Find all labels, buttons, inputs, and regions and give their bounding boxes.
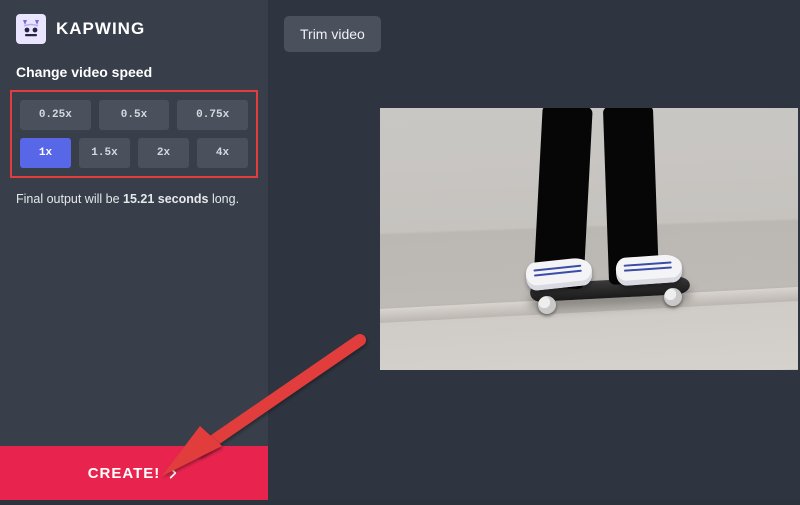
output-value: 15.21 seconds bbox=[123, 192, 208, 206]
brand-logo-icon bbox=[16, 14, 46, 44]
chevron-right-icon bbox=[166, 466, 180, 480]
output-duration-text: Final output will be 15.21 seconds long. bbox=[0, 178, 268, 220]
speed-option-4x[interactable]: 4x bbox=[197, 138, 248, 168]
create-button[interactable]: CREATE! bbox=[0, 446, 268, 500]
sidebar: KAPWING Change video speed 0.25x 0.5x 0.… bbox=[0, 0, 268, 500]
trim-video-button[interactable]: Trim video bbox=[284, 16, 381, 52]
brand-name: KAPWING bbox=[56, 19, 145, 39]
create-button-label: CREATE! bbox=[88, 465, 161, 482]
output-prefix: Final output will be bbox=[16, 192, 123, 206]
speed-option-1-5x[interactable]: 1.5x bbox=[79, 138, 130, 168]
speed-section-title: Change video speed bbox=[0, 54, 268, 90]
speed-option-1x[interactable]: 1x bbox=[20, 138, 71, 168]
output-suffix: long. bbox=[208, 192, 239, 206]
video-preview[interactable] bbox=[380, 108, 798, 370]
speed-option-2x[interactable]: 2x bbox=[138, 138, 189, 168]
speed-selector: 0.25x 0.5x 0.75x 1x 1.5x 2x 4x bbox=[10, 90, 258, 178]
main-panel: Trim video bbox=[268, 0, 800, 500]
brand-header: KAPWING bbox=[0, 0, 268, 54]
speed-option-0-75x[interactable]: 0.75x bbox=[177, 100, 248, 130]
speed-option-0-5x[interactable]: 0.5x bbox=[99, 100, 170, 130]
speed-option-0-25x[interactable]: 0.25x bbox=[20, 100, 91, 130]
